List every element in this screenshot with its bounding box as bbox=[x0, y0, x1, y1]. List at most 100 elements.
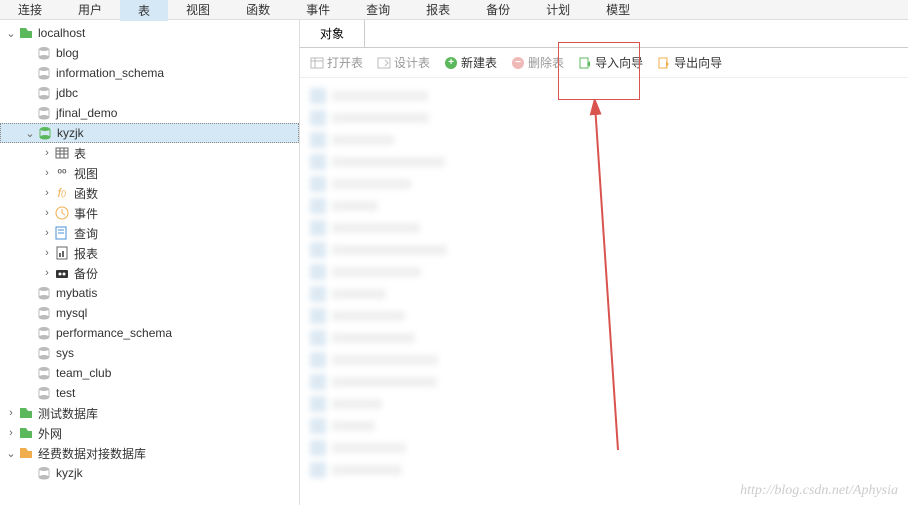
minus-icon: − bbox=[511, 56, 525, 70]
tree-node-4[interactable]: jfinal_demo bbox=[0, 103, 299, 123]
db-gray-icon bbox=[36, 325, 52, 341]
object-tabs: 对象 bbox=[300, 20, 908, 48]
tree-node-20[interactable]: › 外网 bbox=[0, 423, 299, 443]
tree-node-12[interactable]: ›备份 bbox=[0, 263, 299, 283]
tab-object[interactable]: 对象 bbox=[300, 20, 365, 47]
tree-label: performance_schema bbox=[56, 326, 172, 340]
event-icon bbox=[54, 205, 70, 221]
expander-icon bbox=[22, 66, 36, 80]
open-table-button[interactable]: 打开表 bbox=[304, 51, 369, 74]
db-gray-icon bbox=[36, 365, 52, 381]
expander-icon[interactable]: › bbox=[40, 266, 54, 280]
expander-icon bbox=[22, 366, 36, 380]
tree-label: sys bbox=[56, 346, 74, 360]
tree-node-6[interactable]: ›表 bbox=[0, 143, 299, 163]
tree-node-5[interactable]: ⌄ kyzjk bbox=[0, 123, 299, 143]
design-table-button[interactable]: 设计表 bbox=[371, 51, 436, 74]
tree-node-2[interactable]: information_schema bbox=[0, 63, 299, 83]
top-tab-2[interactable]: 表 bbox=[120, 0, 168, 21]
tree-node-11[interactable]: › 报表 bbox=[0, 243, 299, 263]
expander-icon bbox=[22, 86, 36, 100]
expander-icon bbox=[22, 286, 36, 300]
tree-node-15[interactable]: performance_schema bbox=[0, 323, 299, 343]
expander-icon[interactable]: › bbox=[4, 426, 18, 440]
tree-label: 报表 bbox=[74, 245, 98, 262]
expander-icon[interactable]: › bbox=[40, 226, 54, 240]
tree-node-7[interactable]: ›ᵒᵒ视图 bbox=[0, 163, 299, 183]
tree-label: 经费数据对接数据库 bbox=[38, 445, 146, 462]
top-tab-9[interactable]: 计划 bbox=[528, 0, 588, 20]
top-tab-4[interactable]: 函数 bbox=[228, 0, 288, 20]
table-icon bbox=[310, 56, 324, 70]
tree-node-18[interactable]: test bbox=[0, 383, 299, 403]
tree-node-8[interactable]: ›f()函数 bbox=[0, 183, 299, 203]
expander-icon[interactable]: › bbox=[40, 186, 54, 200]
tree-node-17[interactable]: team_club bbox=[0, 363, 299, 383]
db-gray-icon bbox=[36, 65, 52, 81]
tree-node-19[interactable]: › 测试数据库 bbox=[0, 403, 299, 423]
fx-icon: f() bbox=[54, 185, 70, 201]
watermark: http://blog.csdn.net/Aphysia bbox=[740, 483, 898, 499]
tree-label: team_club bbox=[56, 366, 111, 380]
tree-node-13[interactable]: mybatis bbox=[0, 283, 299, 303]
tree-label: mybatis bbox=[56, 286, 97, 300]
expander-icon[interactable]: › bbox=[40, 246, 54, 260]
tree-label: 视图 bbox=[74, 165, 98, 182]
top-tab-10[interactable]: 模型 bbox=[588, 0, 648, 20]
new-table-button[interactable]: + 新建表 bbox=[438, 51, 503, 74]
expander-icon bbox=[22, 386, 36, 400]
blurred-content bbox=[310, 85, 570, 515]
tree-label: 外网 bbox=[38, 425, 62, 442]
db-gray-icon bbox=[36, 385, 52, 401]
tree-node-21[interactable]: ⌄ 经费数据对接数据库 bbox=[0, 443, 299, 463]
tree-node-1[interactable]: blog bbox=[0, 43, 299, 63]
tree-node-22[interactable]: kyzjk bbox=[0, 463, 299, 483]
expander-icon[interactable]: ⌄ bbox=[23, 126, 37, 140]
expander-icon[interactable]: ⌄ bbox=[4, 446, 18, 460]
design-icon bbox=[377, 56, 391, 70]
conn-orange-icon bbox=[18, 445, 34, 461]
content-area: 对象 打开表 设计表 + 新建表 − 删除表 导入向导 bbox=[300, 20, 908, 505]
tree-label: 函数 bbox=[74, 185, 98, 202]
expander-icon[interactable]: ⌄ bbox=[4, 26, 18, 40]
tree-label: kyzjk bbox=[57, 126, 84, 140]
import-wizard-button[interactable]: 导入向导 bbox=[572, 51, 649, 74]
top-tabs: 连接用户表视图函数事件查询报表备份计划模型 bbox=[0, 0, 908, 20]
top-tab-1[interactable]: 用户 bbox=[60, 0, 120, 20]
db-green-icon bbox=[37, 125, 53, 141]
db-gray-icon bbox=[36, 305, 52, 321]
db-gray-icon bbox=[36, 345, 52, 361]
db-gray-icon bbox=[36, 45, 52, 61]
toolbar: 打开表 设计表 + 新建表 − 删除表 导入向导 导出向导 bbox=[300, 48, 908, 78]
tree-label: mysql bbox=[56, 306, 87, 320]
import-icon bbox=[578, 56, 592, 70]
tree-node-9[interactable]: ›事件 bbox=[0, 203, 299, 223]
tree-node-14[interactable]: mysql bbox=[0, 303, 299, 323]
expander-icon[interactable]: › bbox=[40, 166, 54, 180]
top-tab-7[interactable]: 报表 bbox=[408, 0, 468, 20]
export-icon bbox=[657, 56, 671, 70]
expander-icon[interactable]: › bbox=[4, 406, 18, 420]
conn-green-icon bbox=[18, 25, 34, 41]
top-tab-3[interactable]: 视图 bbox=[168, 0, 228, 20]
expander-icon[interactable]: › bbox=[40, 146, 54, 160]
conn-green-icon bbox=[18, 425, 34, 441]
expander-icon[interactable]: › bbox=[40, 206, 54, 220]
export-wizard-button[interactable]: 导出向导 bbox=[651, 51, 728, 74]
annotation-arrow bbox=[578, 100, 638, 460]
top-tab-0[interactable]: 连接 bbox=[0, 0, 60, 20]
delete-table-button[interactable]: − 删除表 bbox=[505, 51, 570, 74]
tree-label: 测试数据库 bbox=[38, 405, 98, 422]
expander-icon bbox=[22, 466, 36, 480]
db-gray-icon bbox=[36, 85, 52, 101]
top-tab-8[interactable]: 备份 bbox=[468, 0, 528, 20]
tree-node-16[interactable]: sys bbox=[0, 343, 299, 363]
tree-node-10[interactable]: ›查询 bbox=[0, 223, 299, 243]
top-tab-5[interactable]: 事件 bbox=[288, 0, 348, 20]
tree-node-3[interactable]: jdbc bbox=[0, 83, 299, 103]
top-tab-6[interactable]: 查询 bbox=[348, 0, 408, 20]
tree-node-0[interactable]: ⌄ localhost bbox=[0, 23, 299, 43]
tree-label: localhost bbox=[38, 26, 85, 40]
tree-label: test bbox=[56, 386, 75, 400]
query-icon bbox=[54, 225, 70, 241]
